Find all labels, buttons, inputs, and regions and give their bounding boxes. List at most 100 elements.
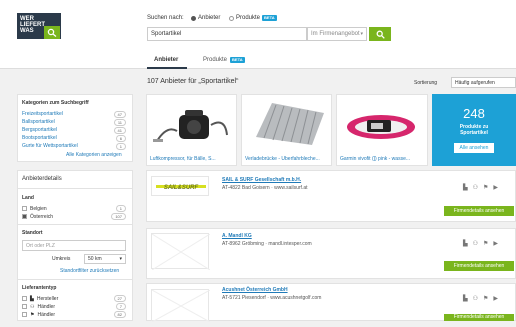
search-input[interactable]: Sportartikel [147,27,307,41]
region-select[interactable]: Im Firmenangebot ▾ [307,27,367,41]
checkbox[interactable] [22,312,27,317]
category-item[interactable]: Bootsportartikel 6 [22,135,126,142]
radius-value: 50 km [88,256,102,262]
product-card[interactable]: Garmin vivofit (]) pink - wasse... [336,94,428,166]
product-caption: Garmin vivofit (]) pink - wasse... [340,156,411,162]
country-filter-row[interactable]: Österreich 107 [22,213,126,220]
company-details-button[interactable]: Firmendetails ansehen [444,261,514,271]
search-button[interactable] [369,27,391,41]
search-mode-label: Suchen nach: [147,15,184,21]
location-filter-title: Standort [22,230,43,236]
image-placeholder-icon [151,233,211,271]
type-count: 27 [113,295,126,302]
logo-text: SAIL&SURF [164,185,199,191]
truck-icon: ▶ [493,241,499,247]
location-input[interactable]: Ort oder PLZ [22,240,126,251]
category-count: 1 [115,143,126,150]
filters-title: Anbieterdetails [22,176,62,182]
radio-products-label: Produkte [236,15,261,21]
search-mode-products[interactable]: Produkte BETA [229,15,277,21]
tag-icon: ⚑ [483,296,489,302]
radio-suppliers[interactable] [191,15,196,21]
company-name-link[interactable]: Acushnet Österreich GmbH [222,287,288,293]
company-details-button[interactable]: Firmendetails ansehen [444,206,514,216]
all-categories-link[interactable]: Alle Kategorien anzeigen [66,152,122,158]
category-item[interactable]: Gurte für Wettsportartikel 1 [22,143,126,150]
category-label: Gurte für Wettsportartikel [22,143,78,149]
category-label: Ballsportartikel [22,119,55,125]
reset-location-link[interactable]: Standortfilter zurücksetzen [60,268,119,274]
sort-select[interactable]: Häufig aufgerufen [451,77,516,88]
checkbox[interactable] [22,296,27,301]
category-label: Freizeitsportartikel [22,111,63,117]
company-name-link[interactable]: A. Mandl KG [222,233,252,239]
tag-icon: ⚑ [483,241,489,247]
checkbox[interactable] [22,206,27,211]
tag-icon: ⚑ [483,185,489,191]
products-promo-card: 248 Produkte zu Sportartikel Alle ansehe… [432,94,516,166]
company-address: AT-5721 Piesendorf · www.acushnetgolf.co… [222,295,322,301]
image-placeholder-icon [151,289,211,323]
type-count: 7 [115,303,126,310]
category-count: 47 [113,111,126,118]
company-logo-placeholder[interactable] [151,289,211,323]
people-icon: ⚇ [472,241,479,247]
category-count: 6 [115,135,126,142]
beta-badge: BETA [230,57,245,63]
factory-icon: ▙ [30,295,34,302]
company-details-button[interactable]: Firmendetails ansehen [444,314,514,321]
tag-icon: ⚑ [30,311,35,318]
company-name-link[interactable]: SAIL & SURF Gesellschaft m.b.H. [222,177,301,183]
tab-products[interactable]: Produkte BETA [203,57,245,63]
radius-row: Umkreis [52,256,70,262]
radio-suppliers-label: Anbieter [198,15,221,21]
tab-suppliers[interactable]: Anbieter [154,57,178,63]
category-item[interactable]: Bergsportartikel 41 [22,127,126,134]
product-caption: Verladebrücke - Überfahrbleche... [245,156,320,162]
country-count: 1 [115,205,126,212]
checkbox-checked[interactable] [22,214,27,219]
supplier-type-row[interactable]: ⚇ Händler 7 [22,303,126,310]
company-logo[interactable]: SAIL&SURF [151,176,209,196]
factory-icon: ▙ [463,185,468,191]
logo-search-icon [44,26,60,39]
company-address: AT-4822 Bad Goisern · www.sailsurf.at [222,185,308,191]
checkbox[interactable] [22,304,27,309]
country-label: Belgien [30,205,47,212]
view-all-products-button[interactable]: Alle ansehen [453,143,495,153]
category-label: Bergsportartikel [22,127,58,133]
radius-select[interactable]: 50 km ▾ [84,254,126,264]
factory-icon: ▙ [463,296,468,302]
product-card[interactable]: Verladebrücke - Überfahrbleche... [241,94,332,166]
category-item[interactable]: Freizeitsportartikel 47 [22,111,126,118]
beta-badge: BETA [262,15,277,21]
divider [17,188,133,189]
divider [17,279,133,280]
category-count: 11 [113,119,126,126]
categories-title: Kategorien zum Suchbegriff [22,100,89,106]
type-label: Händler [37,303,55,310]
tab-bar [0,55,516,69]
people-icon: ⚇ [30,303,35,310]
company-logo-placeholder[interactable] [151,233,211,271]
region-select-value: Im Firmenangebot [311,31,360,37]
promo-line-2: Sportartikel [460,130,488,136]
supplier-type-row[interactable]: ▙ Hersteller 27 [22,295,126,302]
search-mode-suppliers[interactable]: Anbieter [191,15,220,21]
type-label: Händler [37,311,55,318]
category-item[interactable]: Ballsportartikel 11 [22,119,126,126]
factory-icon: ▙ [463,241,468,247]
sort-value: Häufig aufgerufen [455,80,495,86]
people-icon: ⚇ [472,185,479,191]
type-count: 82 [113,311,126,318]
radio-products[interactable] [229,15,234,21]
divider [17,224,133,225]
category-label: Bootsportartikel [22,135,57,141]
country-filter-row[interactable]: Belgien 1 [22,205,126,212]
type-label: Hersteller [36,295,59,302]
chevron-down-icon: ▾ [119,256,122,262]
product-caption: Luftkompressor, für Bälle, S... [150,156,216,162]
supplier-type-row[interactable]: ⚑ Händler 82 [22,311,126,318]
promo-count: 248 [463,106,485,121]
product-card[interactable]: Luftkompressor, für Bälle, S... [146,94,237,166]
